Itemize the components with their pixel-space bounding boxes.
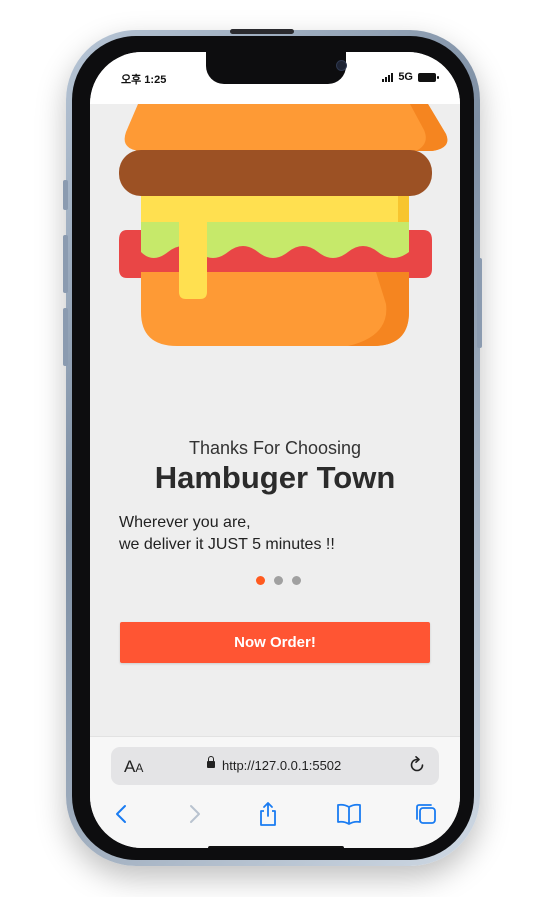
battery-icon [418, 72, 439, 82]
front-camera [336, 60, 347, 71]
pagination-dot-3[interactable] [292, 576, 301, 585]
speaker [230, 29, 294, 34]
forward-icon[interactable] [181, 801, 207, 827]
browser-toolbar [90, 797, 460, 833]
now-order-button[interactable]: Now Order! [120, 622, 430, 663]
tabs-icon[interactable] [413, 801, 439, 827]
address-bar[interactable]: AA http://127.0.0.1:5502 [111, 747, 439, 785]
browser-chrome: AA http://127.0.0.1:5502 [90, 736, 460, 848]
top-bun [124, 104, 448, 151]
share-icon[interactable] [255, 801, 281, 827]
phone-frame: 오후 1:25 5G Thanks For Choosing Hambuger … [63, 29, 482, 866]
description: Wherever you are, we deliver it JUST 5 m… [119, 512, 439, 556]
subtitle: Thanks For Choosing [188, 438, 362, 458]
mute-switch [63, 180, 68, 210]
cheese-drip [179, 216, 207, 299]
phone-bezel: 오후 1:25 5G Thanks For Choosing Hambuger … [72, 29, 474, 860]
url-text[interactable]: http://127.0.0.1:5502 [222, 758, 341, 773]
status-indicators: 5G [382, 71, 439, 83]
app-content: Thanks For Choosing Hambuger Town Wherev… [90, 104, 460, 736]
volume-down-button [63, 308, 68, 366]
screen: 오후 1:25 5G Thanks For Choosing Hambuger … [90, 52, 460, 848]
hamburger-illustration [119, 104, 448, 346]
network-label: 5G [398, 71, 413, 83]
patty [119, 150, 432, 196]
reload-icon[interactable] [407, 755, 427, 775]
bookmarks-icon[interactable] [335, 801, 363, 827]
back-icon[interactable] [109, 801, 135, 827]
volume-up-button [63, 235, 68, 293]
notch [206, 52, 347, 84]
status-time: 오후 1:25 [121, 74, 167, 86]
page-title: Hambuger Town [154, 460, 396, 495]
pagination-dots [256, 576, 301, 585]
power-button [477, 258, 482, 348]
description-line-1: Wherever you are, [119, 514, 251, 531]
pagination-dot-1[interactable] [256, 576, 265, 585]
description-line-2: we deliver it JUST 5 minutes !! [119, 536, 335, 553]
pagination-dot-2[interactable] [274, 576, 283, 585]
signal-icon [382, 72, 394, 82]
lock-icon [207, 756, 215, 768]
home-indicator[interactable] [208, 846, 344, 848]
text-size-button[interactable]: AA [124, 757, 143, 777]
